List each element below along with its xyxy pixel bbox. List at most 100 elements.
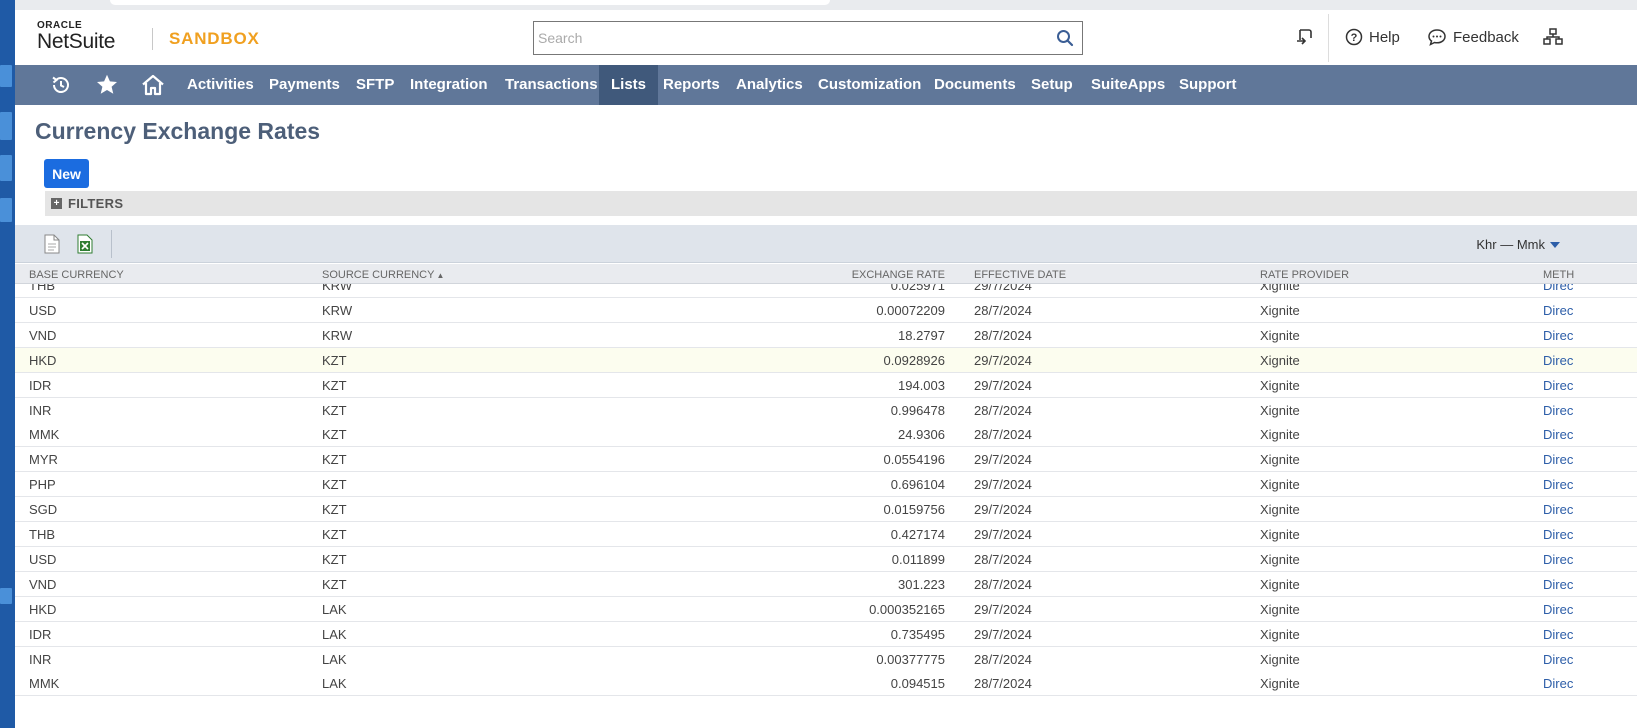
cell-base-currency: MMK xyxy=(29,427,60,443)
recent-icon[interactable] xyxy=(48,73,74,97)
table-row[interactable]: VND KZT 301.223 28/7/2024 Xignite Direc xyxy=(15,571,1637,597)
home-icon[interactable] xyxy=(140,73,166,97)
nav-suiteapps[interactable]: SuiteApps xyxy=(1079,65,1177,105)
cell-source-currency: KRW xyxy=(322,327,353,343)
table-row[interactable]: MYR KZT 0.0554196 29/7/2024 Xignite Direc xyxy=(15,447,1637,473)
table-row[interactable]: THB KRW 0.025971 29/7/2024 Xignite Direc xyxy=(15,284,1637,298)
table-row[interactable]: VND KRW 18.2797 28/7/2024 Xignite Direc xyxy=(15,322,1637,348)
table-row[interactable]: USD KRW 0.00072209 28/7/2024 Xignite Direc xyxy=(15,297,1637,323)
desktop-icon xyxy=(0,155,12,181)
desktop-icon xyxy=(0,112,12,140)
cell-rate-provider: Xignite xyxy=(1260,576,1300,592)
cell-rate-provider: Xignite xyxy=(1260,626,1300,642)
nav-customization[interactable]: Customization xyxy=(806,65,933,105)
nav-documents[interactable]: Documents xyxy=(922,65,1028,105)
cell-method[interactable]: Direc xyxy=(1543,284,1573,293)
filters-bar[interactable]: + FILTERS xyxy=(45,191,1637,216)
search-input[interactable] xyxy=(534,22,1034,54)
cell-effective-date: 29/7/2024 xyxy=(974,377,1032,393)
table-row[interactable]: MMK LAK 0.094515 28/7/2024 Xignite Direc xyxy=(15,671,1637,697)
nav-analytics[interactable]: Analytics xyxy=(724,65,815,105)
nav-reports[interactable]: Reports xyxy=(651,65,732,105)
cell-method[interactable]: Direc xyxy=(1543,552,1573,567)
nav-integration[interactable]: Integration xyxy=(398,65,500,105)
table-row[interactable]: HKD KZT 0.0928926 29/7/2024 Xignite Direc xyxy=(15,347,1637,373)
table-row[interactable]: SGD KZT 0.0159756 29/7/2024 Xignite Direc xyxy=(15,497,1637,523)
cell-effective-date: 28/7/2024 xyxy=(974,327,1032,343)
new-button[interactable]: New xyxy=(44,159,89,188)
cell-effective-date: 28/7/2024 xyxy=(974,551,1032,567)
export-excel-icon[interactable] xyxy=(76,234,94,254)
roles-icon[interactable] xyxy=(1543,27,1563,47)
logo-netsuite: NetSuite xyxy=(37,30,116,53)
cell-source-currency: KZT xyxy=(322,502,347,518)
cell-method[interactable]: Direc xyxy=(1543,353,1573,368)
cell-method[interactable]: Direc xyxy=(1543,328,1573,343)
col-method[interactable]: METH xyxy=(1543,269,1574,281)
expand-plus-icon[interactable]: + xyxy=(51,198,62,209)
cell-method[interactable]: Direc xyxy=(1543,652,1573,667)
table-row[interactable]: PHP KZT 0.696104 29/7/2024 Xignite Direc xyxy=(15,472,1637,498)
nav-setup[interactable]: Setup xyxy=(1019,65,1085,105)
cell-exchange-rate: 0.025971 xyxy=(890,284,945,293)
cell-method[interactable]: Direc xyxy=(1543,427,1573,442)
cell-method[interactable]: Direc xyxy=(1543,303,1573,318)
table-row[interactable]: INR LAK 0.00377775 28/7/2024 Xignite Direc xyxy=(15,646,1637,672)
page-range-select[interactable]: Khr — Mmk xyxy=(1476,237,1561,252)
cell-method[interactable]: Direc xyxy=(1543,452,1573,467)
col-source-currency[interactable]: SOURCE CURRENCY ▲ xyxy=(322,269,444,281)
cell-method[interactable]: Direc xyxy=(1543,378,1573,393)
list-toolbar: Khr — Mmk xyxy=(15,225,1637,263)
table-row[interactable]: IDR LAK 0.735495 29/7/2024 Xignite Direc xyxy=(15,621,1637,647)
col-effective-date[interactable]: EFFECTIVE DATE xyxy=(974,269,1066,281)
cell-method[interactable]: Direc xyxy=(1543,602,1573,617)
cell-method[interactable]: Direc xyxy=(1543,502,1573,517)
table-row[interactable]: HKD LAK 0.000352165 29/7/2024 Xignite Direc xyxy=(15,596,1637,622)
cell-exchange-rate: 0.0554196 xyxy=(883,452,945,468)
nav-payments[interactable]: Payments xyxy=(257,65,352,105)
filters-label: FILTERS xyxy=(68,196,124,211)
main-nav: Activities Payments SFTP Integration Tra… xyxy=(15,65,1637,105)
cell-rate-provider: Xignite xyxy=(1260,327,1300,343)
search-icon[interactable] xyxy=(1056,29,1074,47)
col-exchange-rate[interactable]: EXCHANGE RATE xyxy=(845,269,945,281)
nav-activities[interactable]: Activities xyxy=(175,65,266,105)
cell-method[interactable]: Direc xyxy=(1543,403,1573,418)
cell-method[interactable]: Direc xyxy=(1543,627,1573,642)
cell-effective-date: 29/7/2024 xyxy=(974,527,1032,542)
cell-method[interactable]: Direc xyxy=(1543,676,1573,691)
col-source-currency-label: SOURCE CURRENCY xyxy=(322,269,435,281)
favorites-star-icon[interactable] xyxy=(94,73,120,97)
cell-exchange-rate: 0.427174 xyxy=(890,527,945,542)
table-row[interactable]: IDR KZT 194.003 29/7/2024 Xignite Direc xyxy=(15,372,1637,398)
cell-exchange-rate: 0.00072209 xyxy=(876,302,945,318)
table-row[interactable]: THB KZT 0.427174 29/7/2024 Xignite Direc xyxy=(15,522,1637,547)
export-csv-icon[interactable] xyxy=(43,234,61,254)
cell-source-currency: KZT xyxy=(322,402,347,418)
cell-rate-provider: Xignite xyxy=(1260,527,1300,542)
cell-exchange-rate: 0.011899 xyxy=(891,551,945,567)
nav-transactions[interactable]: Transactions xyxy=(493,65,610,105)
help-button[interactable]: ? Help xyxy=(1345,28,1400,46)
table-row[interactable]: USD KZT 0.011899 28/7/2024 Xignite Direc xyxy=(15,546,1637,572)
col-base-currency[interactable]: BASE CURRENCY xyxy=(29,269,124,281)
feedback-button[interactable]: Feedback xyxy=(1427,28,1519,46)
cell-effective-date: 28/7/2024 xyxy=(974,576,1032,592)
cell-base-currency: INR xyxy=(29,651,52,667)
nav-support[interactable]: Support xyxy=(1167,65,1249,105)
table-row[interactable]: MMK KZT 24.9306 28/7/2024 Xignite Direc xyxy=(15,422,1637,448)
nav-lists[interactable]: Lists xyxy=(599,65,659,105)
cell-rate-provider: Xignite xyxy=(1260,502,1300,518)
recent-records-icon[interactable] xyxy=(1295,27,1315,47)
netsuite-logo[interactable]: ORACLE NetSuite xyxy=(37,21,115,53)
cell-rate-provider: Xignite xyxy=(1260,402,1300,418)
cell-method[interactable]: Direc xyxy=(1543,527,1573,542)
cell-effective-date: 29/7/2024 xyxy=(974,502,1032,518)
table-row[interactable]: INR KZT 0.996478 28/7/2024 Xignite Direc xyxy=(15,397,1637,423)
nav-sftp[interactable]: SFTP xyxy=(344,65,406,105)
cell-base-currency: USD xyxy=(29,551,57,567)
cell-method[interactable]: Direc xyxy=(1543,577,1573,592)
cell-effective-date: 28/7/2024 xyxy=(974,651,1032,667)
col-rate-provider[interactable]: RATE PROVIDER xyxy=(1260,269,1349,281)
cell-method[interactable]: Direc xyxy=(1543,477,1573,492)
